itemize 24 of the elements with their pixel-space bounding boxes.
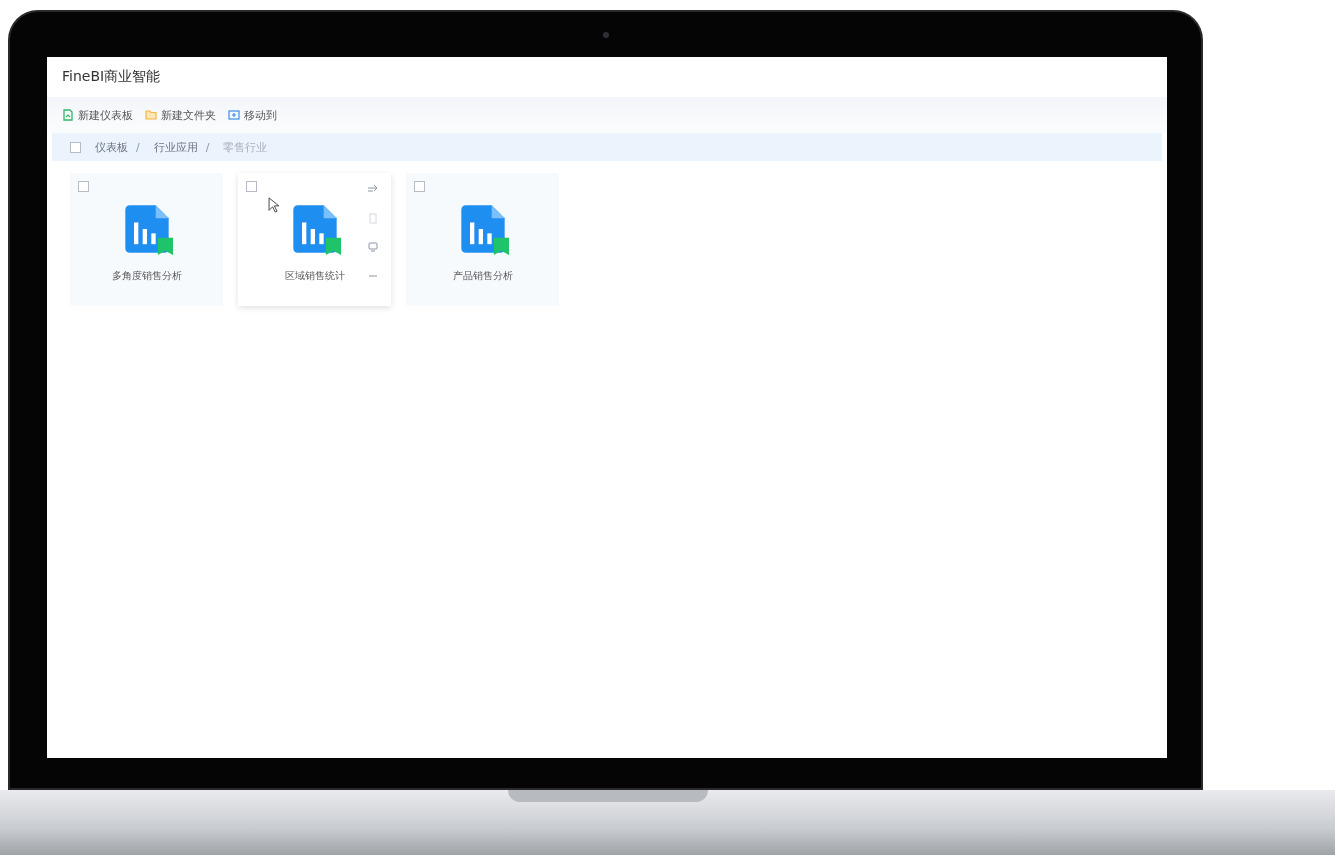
card-title: 多角度销售分析 bbox=[111, 269, 182, 283]
dashboard-card[interactable]: 产品销售分析 bbox=[406, 173, 559, 306]
breadcrumb-link[interactable]: 仪表板 bbox=[95, 139, 128, 155]
card-title: 区域销售统计 bbox=[284, 269, 345, 283]
breadcrumb-separator: / bbox=[205, 140, 210, 154]
monitor-icon[interactable] bbox=[367, 241, 379, 253]
app-title: FineBI商业智能 bbox=[62, 68, 161, 86]
card-checkbox[interactable] bbox=[414, 181, 425, 192]
breadcrumb-separator: / bbox=[136, 140, 140, 154]
card-title: 产品销售分析 bbox=[452, 269, 513, 283]
dashboard-card[interactable]: 多角度销售分析 bbox=[70, 173, 223, 306]
toolbar-button[interactable]: 移动到 bbox=[228, 107, 277, 123]
toolbar-button[interactable]: 新建仪表板 bbox=[62, 107, 133, 123]
card-checkbox[interactable] bbox=[246, 181, 257, 192]
breadcrumb-link[interactable]: 行业应用 bbox=[153, 139, 198, 155]
mouse-cursor-icon bbox=[268, 197, 279, 213]
folder-icon bbox=[145, 109, 157, 121]
dashboard-card[interactable]: 区域销售统计 bbox=[238, 173, 391, 306]
toolbar-button[interactable]: 新建文件夹 bbox=[145, 107, 216, 123]
document-icon bbox=[62, 109, 74, 121]
camera-icon bbox=[602, 31, 609, 38]
arrow-right-icon[interactable] bbox=[367, 183, 379, 195]
card-checkbox[interactable] bbox=[78, 181, 89, 192]
select-all-checkbox[interactable] bbox=[70, 141, 81, 153]
